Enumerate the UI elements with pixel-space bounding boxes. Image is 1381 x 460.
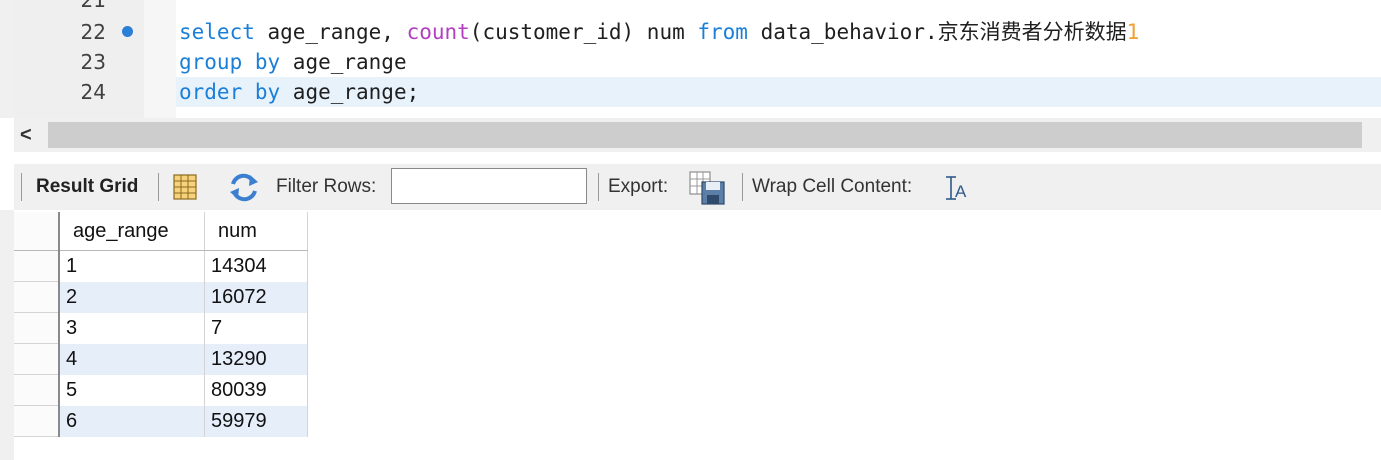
cell-num[interactable]: 80039 [204,374,308,406]
row-selector[interactable] [14,343,60,375]
refresh-icon[interactable] [227,164,261,210]
breakpoint-dot-icon[interactable] [122,26,133,37]
sql-editor[interactable]: 21 22 select age_range, count(customer_i… [0,0,1381,118]
code-text[interactable]: select age_range, count(customer_id) num… [179,17,1139,47]
row-selector-header[interactable] [14,212,60,251]
sql-token: age_range [280,50,407,74]
sql-error-marker: 1 [1126,20,1140,44]
column-header-age-range[interactable]: age_range [59,212,205,251]
cell-age-range[interactable]: 4 [59,343,205,375]
editor-line-21: 21 [0,0,1381,15]
export-icon[interactable] [688,164,728,210]
sql-keyword: select [179,20,255,44]
grid-layout-icon[interactable] [171,164,199,210]
row-selector[interactable] [14,281,60,313]
table-row[interactable]: 2 16072 [14,281,308,313]
export-label: Export: [608,176,669,197]
toolbar-separator [21,173,22,201]
column-header-num[interactable]: num [204,212,308,251]
sql-function: count [406,20,470,44]
filter-rows-input[interactable] [391,168,587,204]
line-number: 21 [80,0,106,12]
scroll-left-icon[interactable]: < [20,122,32,148]
sql-token: data_behavior.京东消费者分析数据 [747,20,1127,44]
svg-text:A: A [955,182,967,201]
toolbar-separator [158,173,159,201]
sql-keyword: order by [179,80,281,104]
result-toolbar: Result Grid Filter Rows: Export: Wrap Ce… [14,164,1381,210]
row-selector[interactable] [14,250,60,282]
row-selector[interactable] [14,405,60,437]
cell-age-range[interactable]: 5 [59,374,205,406]
code-text[interactable]: order by age_range; [179,77,419,107]
cell-num[interactable]: 16072 [204,281,308,313]
grid-left-margin [0,210,14,460]
sql-token: (customer_id) num [469,20,698,44]
line-number: 22 [80,20,106,44]
sql-keyword: from [697,20,748,44]
scrollbar-thumb[interactable] [48,122,1362,148]
editor-horizontal-scrollbar[interactable]: < [14,118,1381,152]
grid-header-row: age_range num [14,212,308,251]
table-row[interactable]: 5 80039 [14,374,308,406]
wrap-text-icon[interactable]: A [944,164,970,210]
editor-line-23[interactable]: 23 group by age_range [0,47,1381,77]
toolbar-separator [742,173,743,201]
cell-age-range[interactable]: 2 [59,281,205,313]
editor-line-24-current[interactable]: 24 order by age_range; [0,77,1381,107]
editor-line-22[interactable]: 22 select age_range, count(customer_id) … [0,17,1381,47]
sql-keyword: group by [179,50,281,74]
cell-age-range[interactable]: 6 [59,405,205,437]
filter-rows-label: Filter Rows: [276,176,377,197]
cell-num[interactable]: 14304 [204,250,308,282]
code-text[interactable]: group by age_range [179,47,407,77]
table-row[interactable]: 3 7 [14,312,308,344]
cell-num[interactable]: 7 [204,312,308,344]
table-row[interactable]: 1 14304 [14,250,308,282]
row-selector[interactable] [14,374,60,406]
toolbar-separator [598,173,599,201]
table-row[interactable]: 4 13290 [14,343,308,375]
result-grid[interactable]: age_range num 1 14304 2 16072 3 7 4 1329… [14,212,308,437]
cell-age-range[interactable]: 3 [59,312,205,344]
cell-num[interactable]: 13290 [204,343,308,375]
cell-age-range[interactable]: 1 [59,250,205,282]
line-number: 24 [80,80,106,104]
result-grid-tab[interactable]: Result Grid [36,164,138,210]
cell-num[interactable]: 59979 [204,405,308,437]
wrap-cell-content-label: Wrap Cell Content: [752,176,913,197]
line-number: 23 [80,50,106,74]
row-selector[interactable] [14,312,60,344]
sql-token: age_range, [254,20,407,44]
sql-token: age_range; [280,80,420,104]
table-row[interactable]: 6 59979 [14,405,308,437]
